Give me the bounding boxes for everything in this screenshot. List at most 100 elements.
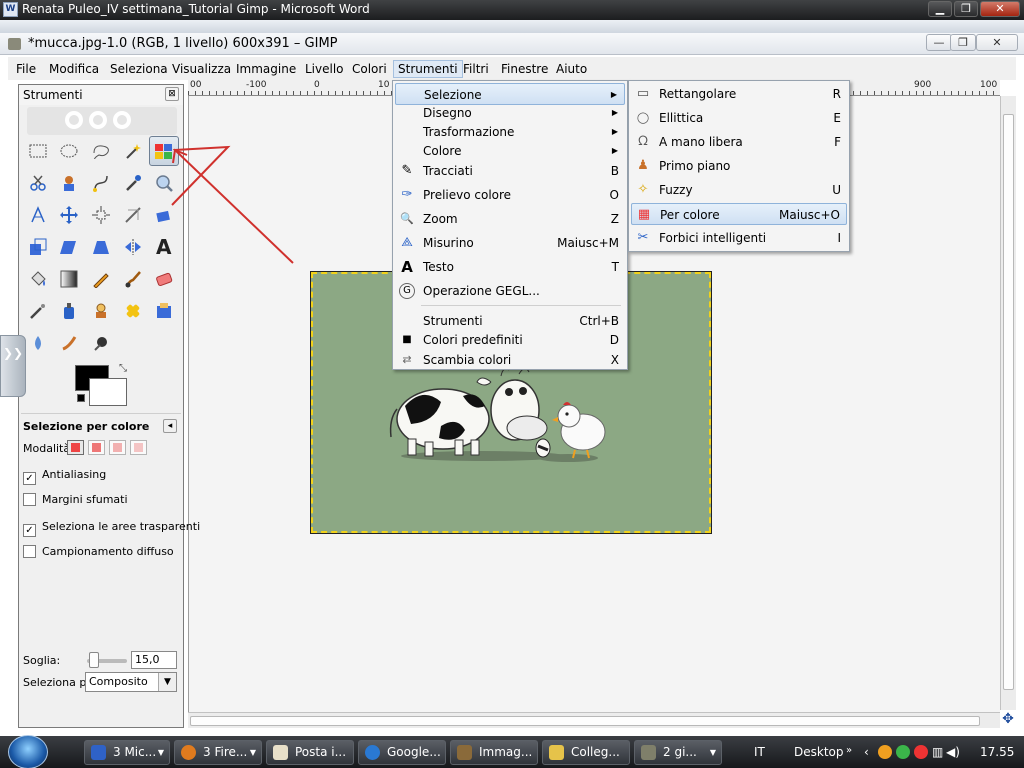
menu-item-zoom[interactable]: 🔍 Zoom Z bbox=[395, 208, 625, 230]
volume-icon[interactable]: ◀) bbox=[946, 745, 960, 759]
tray-app-icon[interactable] bbox=[878, 745, 892, 759]
menu-modifica[interactable]: Modifica bbox=[45, 60, 103, 78]
menu-item-colori-predefiniti[interactable]: ■ Colori predefiniti D bbox=[395, 329, 625, 351]
blur-icon[interactable] bbox=[23, 328, 53, 358]
clone-icon[interactable] bbox=[86, 296, 116, 326]
taskbar-word[interactable]: 3 Mic... ▼ bbox=[84, 740, 170, 765]
menu-file[interactable]: File bbox=[12, 60, 40, 78]
default-colors-icon[interactable] bbox=[77, 394, 85, 402]
gimp-close-button[interactable]: ✕ bbox=[976, 34, 1018, 51]
mode-add-icon[interactable] bbox=[88, 440, 105, 455]
tray-app-icon[interactable] bbox=[896, 745, 910, 759]
dock-expand-handle[interactable]: ❯❯ bbox=[0, 335, 26, 397]
menu-item-scambia-colori[interactable]: ⇄ Scambia colori X bbox=[395, 349, 625, 371]
bucket-fill-icon[interactable] bbox=[23, 264, 53, 294]
menu-item-colore[interactable]: Colore ▶ bbox=[395, 140, 625, 162]
paths-icon[interactable] bbox=[86, 168, 116, 198]
menu-item-tracciati[interactable]: ✎ Tracciati B bbox=[395, 160, 625, 182]
feather-checkbox[interactable]: Margini sfumati bbox=[23, 493, 128, 506]
threshold-input[interactable]: 15,0 bbox=[131, 651, 177, 669]
paintbrush-icon[interactable] bbox=[118, 264, 148, 294]
menu-item-fuzzy[interactable]: ✧ Fuzzy U bbox=[631, 179, 847, 201]
dodge-burn-icon[interactable] bbox=[86, 328, 116, 358]
rect-select-icon[interactable] bbox=[23, 136, 53, 166]
sample-merged-check-icon[interactable] bbox=[23, 545, 36, 558]
background-color-swatch[interactable] bbox=[89, 378, 127, 406]
antialiasing-checkbox[interactable]: ✓ Antialiasing bbox=[23, 468, 106, 485]
blend-icon[interactable] bbox=[54, 264, 84, 294]
navigate-icon[interactable]: ✥ bbox=[1000, 712, 1016, 728]
select-by-dropdown[interactable]: Composito ▼ bbox=[85, 672, 177, 692]
ink-icon[interactable] bbox=[54, 296, 84, 326]
align-icon[interactable] bbox=[86, 200, 116, 230]
swap-colors-icon[interactable]: ⤡ bbox=[119, 363, 129, 374]
menu-finestre[interactable]: Finestre bbox=[497, 60, 552, 78]
tool-options-menu-icon[interactable]: ◂ bbox=[163, 419, 177, 433]
taskbar-posta[interactable]: Posta i... bbox=[266, 740, 354, 765]
ellipse-select-icon[interactable] bbox=[54, 136, 84, 166]
sample-merged-checkbox[interactable]: Campionamento diffuso bbox=[23, 545, 174, 558]
antialiasing-check-icon[interactable]: ✓ bbox=[23, 472, 36, 485]
gimp-maximize-button[interactable]: ❐ bbox=[950, 34, 976, 51]
menu-item-rettangolare[interactable]: ▭ Rettangolare R bbox=[631, 83, 847, 105]
feather-check-icon[interactable] bbox=[23, 493, 36, 506]
foreground-select-icon[interactable] bbox=[54, 168, 84, 198]
word-maximize-button[interactable]: ❐ bbox=[954, 1, 978, 17]
color-picker-icon[interactable] bbox=[118, 168, 148, 198]
taskbar-firefox[interactable]: 3 Fire... ▼ bbox=[174, 740, 262, 765]
mode-intersect-icon[interactable] bbox=[130, 440, 147, 455]
tray-app-icon[interactable] bbox=[914, 745, 928, 759]
vertical-scroll-thumb[interactable] bbox=[1003, 114, 1014, 690]
menu-item-a-mano-libera[interactable]: ᘯ A mano libera F bbox=[631, 131, 847, 153]
gimp-minimize-button[interactable]: — bbox=[926, 34, 952, 51]
menu-item-prelievo-colore[interactable]: ✑ Prelievo colore O bbox=[395, 184, 625, 206]
mode-subtract-icon[interactable] bbox=[109, 440, 126, 455]
menu-aiuto[interactable]: Aiuto bbox=[552, 60, 591, 78]
menu-filtri[interactable]: Filtri bbox=[459, 60, 493, 78]
transparent-check-icon[interactable]: ✓ bbox=[23, 524, 36, 537]
perspective-icon[interactable] bbox=[86, 232, 116, 262]
tray-arrow-icon[interactable]: ‹ bbox=[864, 745, 869, 759]
fuzzy-select-icon[interactable] bbox=[118, 136, 148, 166]
toolbar-expand-icon[interactable]: » bbox=[846, 745, 852, 756]
vertical-scrollbar[interactable] bbox=[1000, 96, 1016, 710]
free-select-icon[interactable] bbox=[86, 136, 116, 166]
language-indicator[interactable]: IT bbox=[754, 745, 765, 759]
move-icon[interactable] bbox=[54, 200, 84, 230]
menu-item-ellittica[interactable]: ◯ Ellittica E bbox=[631, 107, 847, 129]
menu-item-per-colore[interactable]: ▦ Per colore Maiusc+O bbox=[631, 203, 847, 225]
menu-item-misurino[interactable]: ⟁ Misurino Maiusc+M bbox=[395, 232, 625, 254]
smudge-icon[interactable] bbox=[54, 328, 84, 358]
clock[interactable]: 17.55 bbox=[980, 745, 1014, 759]
menu-colori[interactable]: Colori bbox=[348, 60, 391, 78]
scissors-select-icon[interactable] bbox=[23, 168, 53, 198]
mode-replace-icon[interactable] bbox=[67, 440, 84, 455]
crop-icon[interactable] bbox=[118, 200, 148, 230]
heal-icon[interactable] bbox=[118, 296, 148, 326]
menu-immagine[interactable]: Immagine bbox=[232, 60, 300, 78]
taskbar-gimp[interactable]: 2 gi... ▼ bbox=[634, 740, 722, 765]
menu-item-testo[interactable]: A Testo T bbox=[395, 256, 625, 278]
chevron-down-icon[interactable]: ▼ bbox=[158, 673, 176, 691]
word-minimize-button[interactable]: ▁ bbox=[928, 1, 952, 17]
transparent-checkbox[interactable]: ✓ Seleziona le aree trasparenti bbox=[23, 520, 200, 537]
taskbar-google[interactable]: Google... bbox=[358, 740, 446, 765]
menu-item-forbici-intelligenti[interactable]: ✂ Forbici intelligenti I bbox=[631, 227, 847, 249]
taskbar-collegamenti[interactable]: Colleg... bbox=[542, 740, 630, 765]
taskbar-immagini[interactable]: Immag... bbox=[450, 740, 538, 765]
airbrush-icon[interactable] bbox=[23, 296, 53, 326]
wilber-drop-area[interactable] bbox=[27, 107, 177, 135]
pencil-icon[interactable] bbox=[86, 264, 116, 294]
menu-seleziona[interactable]: Seleziona bbox=[106, 60, 172, 78]
desktop-toolbar-label[interactable]: Desktop bbox=[794, 745, 844, 759]
perspective-clone-icon[interactable] bbox=[149, 296, 179, 326]
word-close-button[interactable]: ✕ bbox=[980, 1, 1020, 17]
threshold-slider-handle[interactable] bbox=[89, 652, 99, 668]
scale-icon[interactable] bbox=[23, 232, 53, 262]
network-icon[interactable]: ▥ bbox=[932, 745, 943, 759]
start-button[interactable] bbox=[8, 735, 48, 768]
menu-visualizza[interactable]: Visualizza bbox=[168, 60, 235, 78]
horizontal-scroll-thumb[interactable] bbox=[190, 716, 980, 726]
horizontal-scrollbar[interactable] bbox=[188, 712, 1000, 728]
toolbox-close-button[interactable]: ⊠ bbox=[165, 87, 179, 101]
